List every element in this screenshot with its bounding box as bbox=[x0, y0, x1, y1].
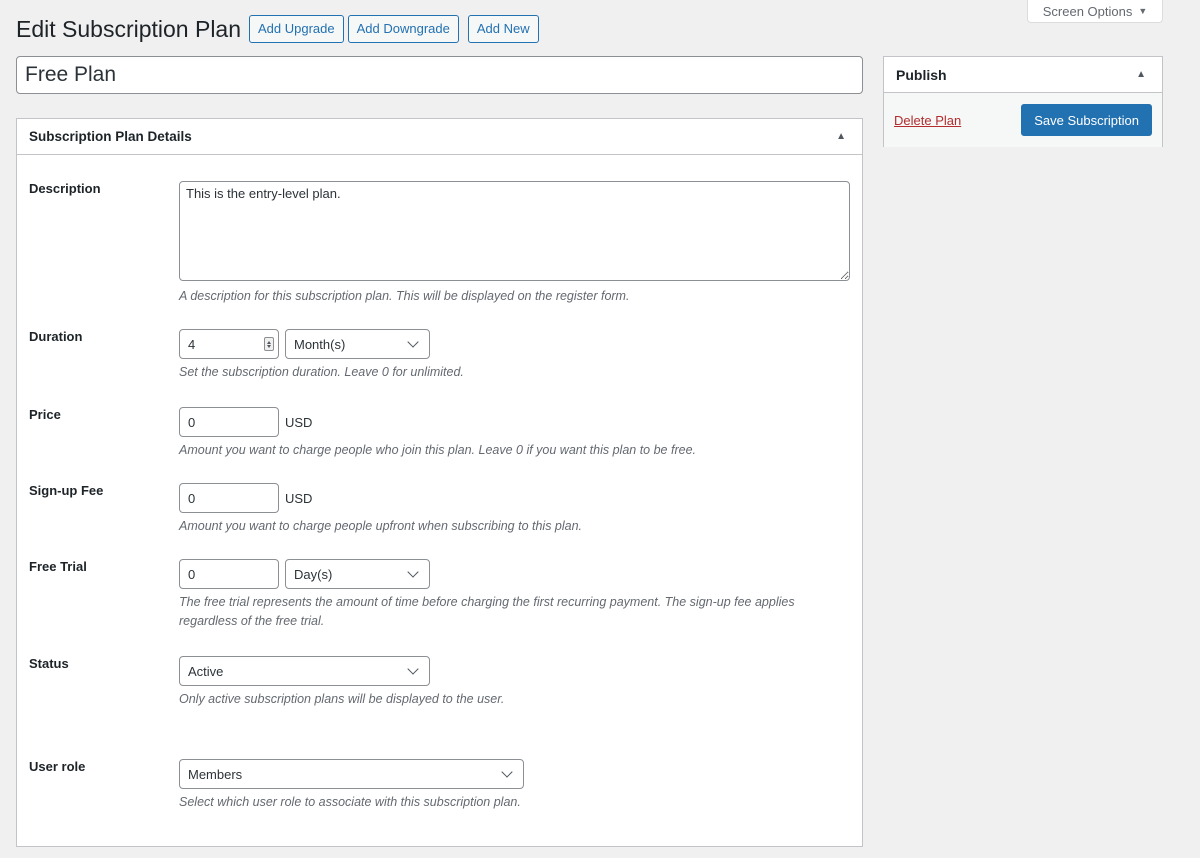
price-help: Amount you want to charge people who joi… bbox=[179, 443, 696, 457]
price-label: Price bbox=[29, 407, 61, 422]
free-trial-label: Free Trial bbox=[29, 559, 87, 574]
add-upgrade-button[interactable]: Add Upgrade bbox=[249, 15, 344, 43]
status-value: Active bbox=[188, 663, 224, 679]
screen-options-label: Screen Options bbox=[1042, 3, 1133, 19]
status-select[interactable]: Active bbox=[179, 656, 430, 686]
save-subscription-button[interactable]: Save Subscription bbox=[1021, 104, 1152, 136]
free-trial-help: The free trial represents the amount of … bbox=[179, 595, 795, 628]
caret-down-icon: ▼ bbox=[1138, 6, 1148, 16]
price-input[interactable] bbox=[179, 407, 279, 437]
chevron-down-icon bbox=[501, 766, 513, 778]
duration-label: Duration bbox=[29, 329, 83, 344]
free-trial-unit-value: Day(s) bbox=[294, 566, 333, 582]
page-header: Edit Subscription Plan Add Upgrade Add D… bbox=[16, 14, 539, 44]
user-role-select[interactable]: Members bbox=[179, 759, 524, 789]
signup-fee-currency: USD bbox=[285, 490, 313, 506]
user-role-label: User role bbox=[29, 759, 86, 774]
number-spinner-icon[interactable] bbox=[264, 337, 274, 351]
chevron-down-icon bbox=[407, 336, 419, 348]
details-title: Subscription Plan Details bbox=[29, 129, 192, 144]
chevron-down-icon bbox=[407, 663, 419, 675]
duration-unit-value: Month(s) bbox=[294, 336, 346, 352]
publish-header: Publish ▲ bbox=[884, 57, 1162, 93]
screen-options-button[interactable]: Screen Options ▼ bbox=[1027, 0, 1163, 23]
subscription-plan-details-box: Subscription Plan Details ▲ Description … bbox=[16, 118, 863, 847]
status-help: Only active subscription plans will be d… bbox=[179, 692, 505, 706]
description-label: Description bbox=[29, 181, 101, 196]
signup-fee-input[interactable] bbox=[179, 483, 279, 513]
duration-unit-select[interactable]: Month(s) bbox=[285, 329, 430, 359]
signup-fee-help: Amount you want to charge people upfront… bbox=[179, 519, 583, 533]
plan-title-input[interactable] bbox=[16, 56, 863, 94]
publish-title: Publish bbox=[896, 66, 947, 83]
page-title: Edit Subscription Plan bbox=[16, 16, 242, 42]
duration-help: Set the subscription duration. Leave 0 f… bbox=[179, 365, 464, 379]
add-new-button[interactable]: Add New bbox=[467, 15, 539, 43]
collapse-arrow-icon[interactable]: ▲ bbox=[1132, 67, 1150, 82]
signup-fee-label: Sign-up Fee bbox=[29, 483, 104, 498]
description-textarea[interactable]: This is the entry-level plan. bbox=[179, 181, 850, 281]
user-role-help: Select which user role to associate with… bbox=[179, 795, 521, 809]
publish-actions: Delete Plan Save Subscription bbox=[884, 93, 1162, 147]
add-downgrade-button[interactable]: Add Downgrade bbox=[347, 15, 459, 43]
status-label: Status bbox=[29, 656, 69, 671]
details-header: Subscription Plan Details ▲ bbox=[17, 119, 862, 155]
delete-plan-link[interactable]: Delete Plan bbox=[894, 113, 961, 128]
free-trial-unit-select[interactable]: Day(s) bbox=[285, 559, 430, 589]
description-help: A description for this subscription plan… bbox=[179, 289, 630, 303]
price-currency: USD bbox=[285, 414, 313, 430]
publish-box: Publish ▲ Delete Plan Save Subscription bbox=[883, 56, 1163, 147]
chevron-down-icon bbox=[407, 566, 419, 578]
free-trial-input[interactable] bbox=[179, 559, 279, 589]
collapse-arrow-icon[interactable]: ▲ bbox=[832, 129, 850, 144]
user-role-value: Members bbox=[188, 766, 243, 782]
